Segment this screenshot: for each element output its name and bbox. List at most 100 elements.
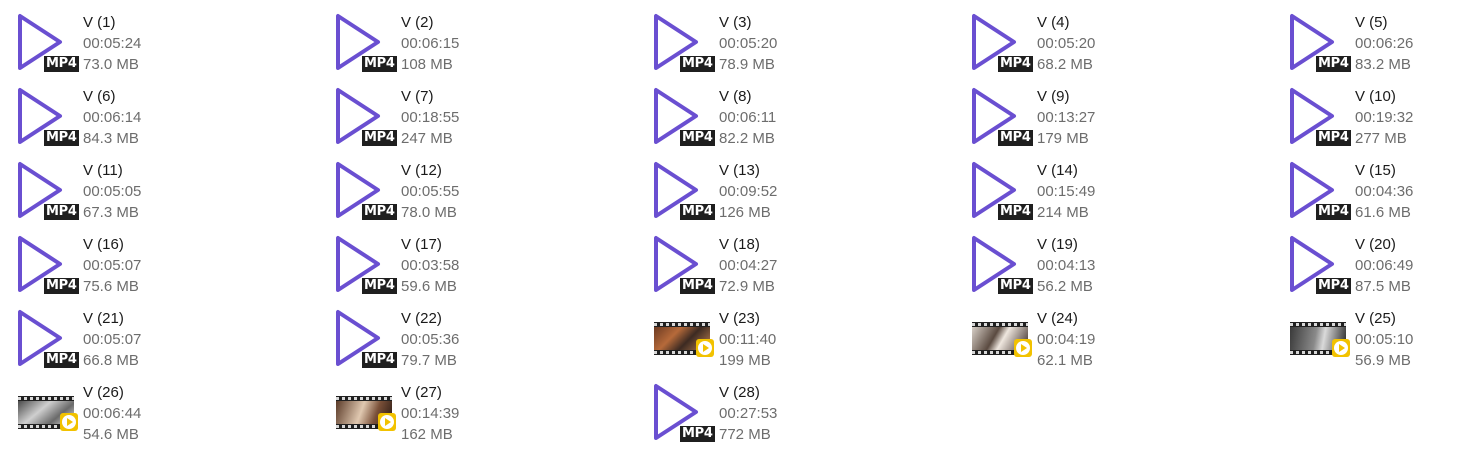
file-name: V (9) [1037, 88, 1070, 105]
file-details: V (5) 00:06:26 83.2 MB [1355, 12, 1413, 75]
mp4-play-icon: MP4 [16, 160, 79, 222]
play-badge-icon [60, 413, 78, 431]
file-type-badge: MP4 [998, 278, 1033, 294]
file-duration: 00:06:26 [1355, 35, 1414, 52]
file-item[interactable]: MP4 V (22) 00:05:36 79.7 MB [318, 302, 618, 372]
file-name: V (14) [1037, 162, 1078, 179]
file-duration: 00:19:32 [1355, 109, 1414, 126]
file-item[interactable]: MP4 V (11) 00:05:05 67.3 MB [0, 154, 300, 224]
file-details: V (20) 00:06:49 87.5 MB [1355, 234, 1413, 297]
file-size: 72.9 MB [719, 278, 775, 295]
mp4-play-icon: MP4 [652, 12, 715, 74]
file-duration: 00:18:55 [401, 109, 460, 126]
file-item[interactable]: MP4 V (12) 00:05:55 78.0 MB [318, 154, 618, 224]
file-item[interactable]: MP4 V (9) 00:13:27 179 MB [954, 80, 1254, 150]
file-details: V (6) 00:06:14 84.3 MB [83, 86, 141, 149]
file-duration: 00:11:40 [719, 331, 777, 348]
file-type-badge: MP4 [1316, 56, 1351, 72]
file-size: 277 MB [1355, 130, 1407, 147]
file-item[interactable]: V (26) 00:06:44 54.6 MB [0, 376, 300, 446]
file-size: 75.6 MB [83, 278, 139, 295]
video-thumbnail-icon [16, 382, 78, 444]
file-name: V (4) [1037, 14, 1070, 31]
file-name: V (3) [719, 14, 752, 31]
file-details: V (3) 00:05:20 78.9 MB [719, 12, 777, 75]
file-type-badge: MP4 [1316, 278, 1351, 294]
file-size: 66.8 MB [83, 352, 139, 369]
video-thumbnail-icon [334, 382, 396, 444]
file-item[interactable]: MP4 V (21) 00:05:07 66.8 MB [0, 302, 300, 372]
file-duration: 00:13:27 [1037, 109, 1096, 126]
file-item[interactable]: MP4 V (19) 00:04:13 56.2 MB [954, 228, 1254, 298]
file-item[interactable]: MP4 V (5) 00:06:26 83.2 MB [1272, 6, 1462, 76]
mp4-play-icon: MP4 [334, 86, 397, 148]
file-type-badge: MP4 [680, 278, 715, 294]
file-size: 83.2 MB [1355, 56, 1411, 73]
file-name: V (20) [1355, 236, 1396, 253]
file-item[interactable]: MP4 V (7) 00:18:55 247 MB [318, 80, 618, 150]
file-item[interactable]: V (23) 00:11:40 199 MB [636, 302, 936, 372]
file-details: V (21) 00:05:07 66.8 MB [83, 308, 141, 371]
file-size: 78.9 MB [719, 56, 775, 73]
file-details: V (15) 00:04:36 61.6 MB [1355, 160, 1413, 223]
file-type-badge: MP4 [362, 352, 397, 368]
file-details: V (17) 00:03:58 59.6 MB [401, 234, 459, 297]
file-size: 67.3 MB [83, 204, 139, 221]
mp4-play-icon: MP4 [970, 234, 1033, 296]
file-item[interactable]: V (25) 00:05:10 56.9 MB [1272, 302, 1462, 372]
mp4-play-icon: MP4 [652, 234, 715, 296]
file-item[interactable]: MP4 V (18) 00:04:27 72.9 MB [636, 228, 936, 298]
file-item[interactable]: MP4 V (28) 00:27:53 772 MB [636, 376, 936, 446]
file-item[interactable]: MP4 V (16) 00:05:07 75.6 MB [0, 228, 300, 298]
file-type-badge: MP4 [1316, 130, 1351, 146]
file-duration: 00:06:49 [1355, 257, 1414, 274]
file-details: V (19) 00:04:13 56.2 MB [1037, 234, 1095, 297]
file-size: 772 MB [719, 426, 771, 443]
file-type-badge: MP4 [44, 278, 79, 294]
file-details: V (10) 00:19:32 277 MB [1355, 86, 1413, 149]
file-item[interactable]: MP4 V (20) 00:06:49 87.5 MB [1272, 228, 1462, 298]
file-type-badge: MP4 [680, 130, 715, 146]
file-name: V (13) [719, 162, 760, 179]
file-size: 78.0 MB [401, 204, 457, 221]
file-duration: 00:09:52 [719, 183, 778, 200]
file-name: V (12) [401, 162, 442, 179]
file-item[interactable]: V (24) 00:04:19 62.1 MB [954, 302, 1254, 372]
file-type-badge: MP4 [998, 130, 1033, 146]
file-type-badge: MP4 [362, 130, 397, 146]
file-details: V (13) 00:09:52 126 MB [719, 160, 777, 223]
file-size: 56.2 MB [1037, 278, 1093, 295]
file-item[interactable]: MP4 V (4) 00:05:20 68.2 MB [954, 6, 1254, 76]
file-item[interactable]: MP4 V (3) 00:05:20 78.9 MB [636, 6, 936, 76]
mp4-play-icon: MP4 [16, 308, 79, 370]
file-duration: 00:05:05 [83, 183, 142, 200]
file-name: V (27) [401, 384, 442, 401]
file-type-badge: MP4 [680, 56, 715, 72]
file-item[interactable]: MP4 V (17) 00:03:58 59.6 MB [318, 228, 618, 298]
mp4-play-icon: MP4 [652, 382, 715, 444]
file-item[interactable]: MP4 V (8) 00:06:11 82.2 MB [636, 80, 936, 150]
video-thumbnail-icon [1288, 308, 1350, 370]
mp4-play-icon: MP4 [16, 234, 79, 296]
mp4-play-icon: MP4 [16, 86, 79, 148]
file-item[interactable]: MP4 V (6) 00:06:14 84.3 MB [0, 80, 300, 150]
file-item[interactable]: MP4 V (15) 00:04:36 61.6 MB [1272, 154, 1462, 224]
file-duration: 00:06:15 [401, 35, 460, 52]
file-size: 84.3 MB [83, 130, 139, 147]
file-item[interactable]: MP4 V (14) 00:15:49 214 MB [954, 154, 1254, 224]
file-item[interactable]: V (27) 00:14:39 162 MB [318, 376, 618, 446]
video-thumbnail-icon [652, 308, 714, 370]
file-size: 126 MB [719, 204, 771, 221]
file-item[interactable]: MP4 V (10) 00:19:32 277 MB [1272, 80, 1462, 150]
file-size: 214 MB [1037, 204, 1089, 221]
file-size: 179 MB [1037, 130, 1089, 147]
file-name: V (8) [719, 88, 752, 105]
file-name: V (2) [401, 14, 434, 31]
file-size: 199 MB [719, 352, 771, 369]
file-size: 79.7 MB [401, 352, 457, 369]
file-item[interactable]: MP4 V (1) 00:05:24 73.0 MB [0, 6, 300, 76]
file-item[interactable]: MP4 V (2) 00:06:15 108 MB [318, 6, 618, 76]
file-item[interactable]: MP4 V (13) 00:09:52 126 MB [636, 154, 936, 224]
file-type-badge: MP4 [1316, 204, 1351, 220]
file-duration: 00:04:19 [1037, 331, 1096, 348]
